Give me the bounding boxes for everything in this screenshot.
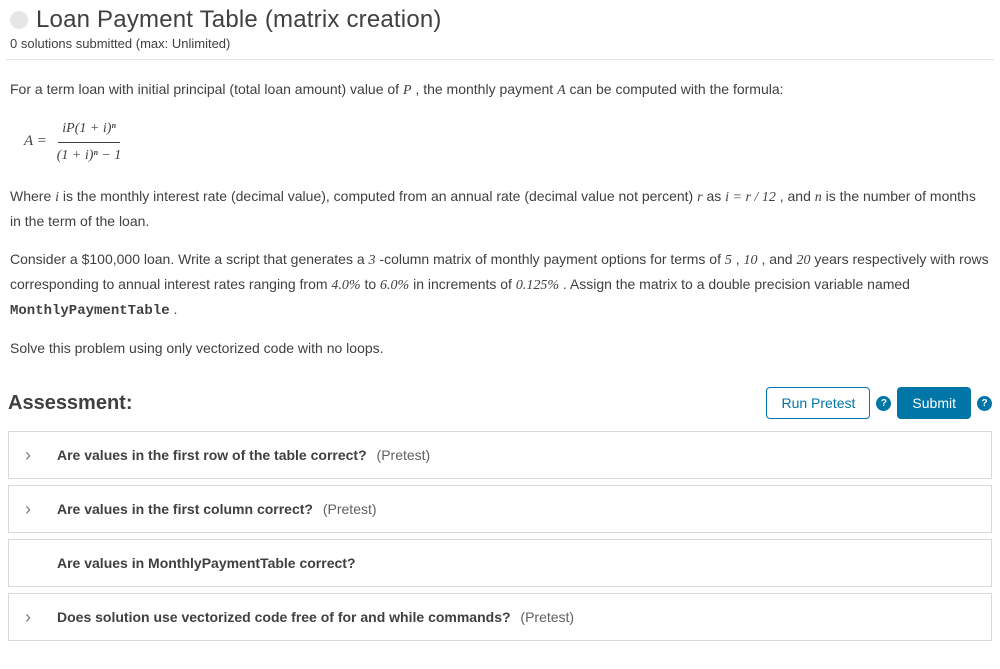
math-var-r: r xyxy=(697,190,702,205)
assessment-question: Does solution use vectorized code free o… xyxy=(57,609,574,625)
formula: A = iP(1 + i)ⁿ (1 + i)ⁿ − 1 xyxy=(24,117,990,168)
assessment-list: › Are values in the first row of the tab… xyxy=(6,431,994,641)
text: . xyxy=(174,301,178,317)
text: can be computed with the formula: xyxy=(570,81,784,97)
assessment-item[interactable]: › Does solution use vectorized code free… xyxy=(8,593,992,641)
chevron-right-icon: › xyxy=(25,608,39,626)
intro-paragraph: For a term loan with initial principal (… xyxy=(10,78,990,103)
question-text: Are values in MonthlyPaymentTable correc… xyxy=(57,555,356,571)
question-text: Are values in the first column correct? xyxy=(57,501,313,517)
formula-lhs: A = xyxy=(24,129,47,155)
task-paragraph-1: Consider a $100,000 loan. Write a script… xyxy=(10,248,990,323)
question-text: Does solution use vectorized code free o… xyxy=(57,609,511,625)
question-tag: (Pretest) xyxy=(377,447,431,463)
math-pct-step: 0.125% xyxy=(516,278,559,293)
formula-fraction: iP(1 + i)ⁿ (1 + i)ⁿ − 1 xyxy=(53,117,126,168)
math-eq-i: i = r / 12 xyxy=(725,190,776,205)
where-paragraph: Where i is the monthly interest rate (de… xyxy=(10,185,990,234)
assessment-question: Are values in the first row of the table… xyxy=(57,447,430,463)
math-three: 3 xyxy=(369,253,376,268)
assessment-header: Assessment: Run Pretest ? Submit ? xyxy=(6,387,994,419)
formula-numerator: iP(1 + i)ⁿ xyxy=(58,117,120,143)
math-var-i: i xyxy=(55,190,59,205)
math-pct-lo: 4.0% xyxy=(331,278,360,293)
help-icon-pretest[interactable]: ? xyxy=(876,396,891,411)
question-text: Are values in the first row of the table… xyxy=(57,447,367,463)
text: -column matrix of monthly payment option… xyxy=(379,251,724,267)
header: Loan Payment Table (matrix creation) xyxy=(6,6,994,34)
assessment-question: Are values in MonthlyPaymentTable correc… xyxy=(57,555,362,571)
text: . Assign the matrix to a double precisio… xyxy=(563,276,910,292)
submission-status: 0 solutions submitted (max: Unlimited) xyxy=(6,34,994,60)
text: to xyxy=(364,276,380,292)
status-indicator-icon xyxy=(10,11,28,29)
text: , and xyxy=(761,251,796,267)
task-paragraph-2: Solve this problem using only vectorized… xyxy=(10,337,990,361)
chevron-right-icon: › xyxy=(25,500,39,518)
text: Consider a $100,000 loan. Write a script… xyxy=(10,251,369,267)
math-pct-hi: 6.0% xyxy=(380,278,409,293)
submit-button[interactable]: Submit xyxy=(897,387,971,419)
help-icon-submit[interactable]: ? xyxy=(977,396,992,411)
text: in increments of xyxy=(413,276,516,292)
code-varname: MonthlyPaymentTable xyxy=(10,303,170,319)
assessment-question: Are values in the first column correct? … xyxy=(57,501,377,517)
question-tag: (Pretest) xyxy=(323,501,377,517)
assessment-actions: Run Pretest ? Submit ? xyxy=(766,387,992,419)
math-ten: 10 xyxy=(744,253,758,268)
formula-denominator: (1 + i)ⁿ − 1 xyxy=(53,143,126,168)
text: , the monthly payment xyxy=(415,81,557,97)
problem-statement: For a term loan with initial principal (… xyxy=(6,60,994,361)
math-var-n: n xyxy=(815,190,822,205)
assessment-item[interactable]: › Are values in the first row of the tab… xyxy=(8,431,992,479)
text: as xyxy=(706,188,725,204)
chevron-right-icon: › xyxy=(25,446,39,464)
assessment-title: Assessment: xyxy=(8,392,133,415)
math-var-P: P xyxy=(403,83,412,98)
question-tag: (Pretest) xyxy=(520,609,574,625)
run-pretest-button[interactable]: Run Pretest xyxy=(766,387,870,419)
text: is the monthly interest rate (decimal va… xyxy=(63,188,697,204)
math-var-A: A xyxy=(557,83,566,98)
assessment-item[interactable]: › Are values in MonthlyPaymentTable corr… xyxy=(8,539,992,587)
assessment-item[interactable]: › Are values in the first column correct… xyxy=(8,485,992,533)
math-five: 5 xyxy=(725,253,732,268)
text: Where xyxy=(10,188,55,204)
text: , xyxy=(736,251,744,267)
text: , and xyxy=(780,188,815,204)
page-title: Loan Payment Table (matrix creation) xyxy=(36,6,442,34)
math-twenty: 20 xyxy=(796,253,810,268)
text: For a term loan with initial principal (… xyxy=(10,81,403,97)
